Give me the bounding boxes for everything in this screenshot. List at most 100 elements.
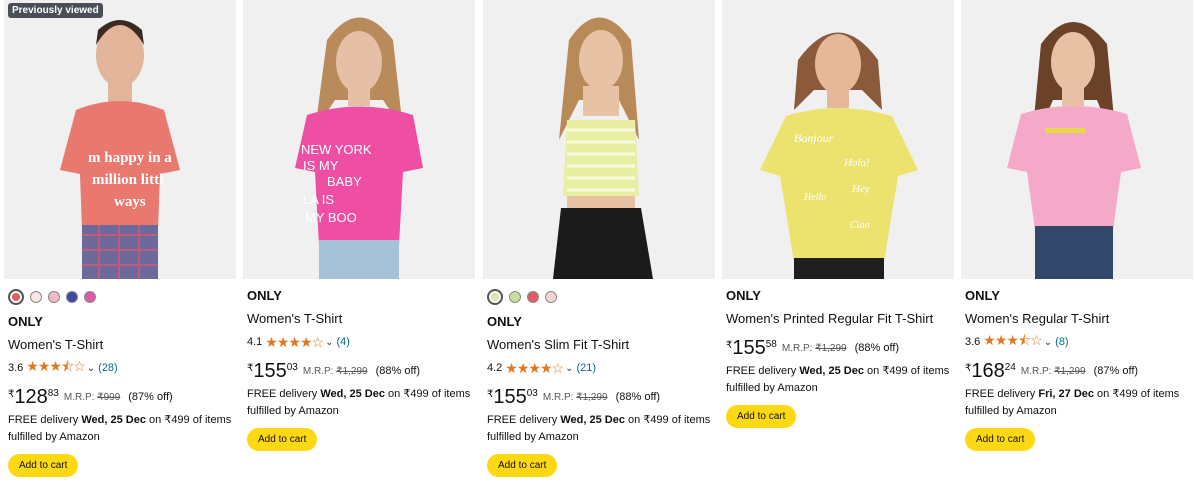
rating-row[interactable]: 3.6 ★★★⯪☆ ⌄ (28)	[8, 358, 232, 376]
delivery-date: Fri, 27 Dec	[1038, 388, 1094, 400]
price-fraction: 03	[286, 362, 298, 373]
product-image[interactable]	[961, 0, 1193, 279]
brand-name: ONLY	[965, 288, 1000, 303]
mrp-label: M.R.P:	[302, 366, 334, 377]
mrp-label: M.R.P:	[781, 343, 813, 354]
product-card[interactable]: ONLY Women's Regular T-Shirt 3.6 ★★★⯪☆ ⌄…	[961, 0, 1193, 481]
mrp: M.R.P: ₹1,299	[1021, 366, 1086, 377]
brand-name: ONLY	[247, 288, 282, 303]
mrp: M.R.P: ₹999	[64, 392, 120, 403]
price-whole: 155	[253, 360, 287, 382]
add-to-cart-button[interactable]: Add to cart	[8, 454, 79, 477]
rating-row[interactable]: 4.2 ★★★★☆ ⌄ (21)	[487, 360, 711, 376]
mrp-label: M.R.P:	[542, 392, 574, 403]
rating-value: 3.6	[8, 362, 24, 374]
color-swatch[interactable]	[84, 291, 96, 303]
review-count-link[interactable]: (21)	[576, 362, 596, 374]
mrp-value: ₹1,299	[576, 392, 608, 403]
add-to-cart-button[interactable]: Add to cart	[247, 428, 318, 451]
rating-row[interactable]: 4.1 ★★★★☆ ⌄ (4)	[247, 334, 471, 350]
shirt-print-line: IS MY	[303, 158, 339, 173]
model-photo	[553, 17, 653, 279]
product-card[interactable]: m happy in a million littl ways Previous…	[4, 0, 236, 481]
shirt-print-line: LA IS	[303, 192, 334, 207]
chevron-down-icon[interactable]: ⌄	[325, 337, 333, 348]
shirt-print-line: ways	[114, 194, 146, 210]
price-row: ₹ 168 24 M.R.P: ₹1,299 (87% off)	[965, 360, 1189, 384]
model-photo: m happy in a million littl ways	[60, 20, 180, 279]
product-title[interactable]: Women's T-Shirt	[247, 311, 471, 327]
delivery-prefix: FREE delivery	[8, 414, 82, 426]
mrp-label: M.R.P:	[1020, 366, 1052, 377]
mrp-value: ₹1,299	[1054, 366, 1086, 377]
review-count-link[interactable]: (4)	[336, 336, 349, 348]
product-title[interactable]: Women's Printed Regular Fit T-Shirt	[726, 311, 950, 327]
star-rating-icon[interactable]: ★★★★☆	[265, 334, 324, 351]
mrp-value: ₹1,299	[336, 366, 368, 377]
add-to-cart-button[interactable]: Add to cart	[487, 454, 558, 477]
price-fraction: 03	[526, 388, 538, 399]
color-swatch[interactable]	[48, 291, 60, 303]
rating-value: 3.6	[965, 336, 981, 348]
color-swatch[interactable]	[8, 289, 24, 305]
shirt-print-line: m happy in a	[88, 150, 172, 166]
color-swatch[interactable]	[527, 291, 539, 303]
star-rating-icon[interactable]: ★★★⯪☆	[983, 330, 1042, 354]
product-card[interactable]: NEW YORK IS MY BABY LA IS MY BOO ONLY Wo…	[243, 0, 475, 481]
star-rating-icon[interactable]: ★★★★☆	[505, 360, 564, 377]
product-image[interactable]: Bonjour Hola! Hey Hello Ciao	[722, 0, 954, 279]
price-fraction: 83	[47, 388, 59, 399]
price-fraction: 58	[765, 339, 777, 350]
brand-name: ONLY	[487, 314, 522, 329]
product-card[interactable]: ONLY Women's Slim Fit T-Shirt 4.2 ★★★★☆ …	[483, 0, 715, 481]
color-swatch[interactable]	[545, 291, 557, 303]
product-image[interactable]	[483, 0, 715, 279]
color-swatch[interactable]	[30, 291, 42, 303]
product-card[interactable]: Bonjour Hola! Hey Hello Ciao ONLY Women'…	[722, 0, 954, 481]
product-title[interactable]: Women's T-Shirt	[8, 337, 232, 353]
shirt-print-line: Hola!	[843, 157, 870, 169]
delivery-date: Wed, 25 Dec	[81, 414, 146, 426]
review-count-link[interactable]: (8)	[1055, 336, 1068, 348]
shirt-print-line: BABY	[327, 174, 362, 189]
discount: (88% off)	[854, 342, 900, 354]
model-photo: NEW YORK IS MY BABY LA IS MY BOO	[295, 17, 423, 279]
mrp-label: M.R.P:	[63, 392, 95, 403]
price-whole: 155	[732, 337, 766, 359]
shirt-print-line: Hello	[803, 192, 826, 203]
chevron-down-icon[interactable]: ⌄	[87, 363, 95, 374]
rating-value: 4.2	[487, 362, 503, 374]
color-swatch[interactable]	[509, 291, 521, 303]
rating-value: 4.1	[247, 336, 263, 348]
shirt-shape	[760, 108, 918, 262]
delivery-date: Wed, 25 Dec	[799, 365, 864, 377]
delivery-date: Wed, 25 Dec	[560, 414, 625, 426]
color-swatch[interactable]	[66, 291, 78, 303]
product-image[interactable]: m happy in a million littl ways Previous…	[4, 0, 236, 279]
color-swatch[interactable]	[487, 289, 503, 305]
product-title[interactable]: Women's Slim Fit T-Shirt	[487, 337, 711, 353]
color-swatches	[487, 289, 711, 305]
chevron-down-icon[interactable]: ⌄	[1044, 337, 1052, 348]
add-to-cart-button[interactable]: Add to cart	[965, 428, 1036, 451]
add-to-cart-button[interactable]: Add to cart	[726, 405, 797, 428]
shirt-print-line: Hey	[851, 183, 870, 195]
color-swatches	[8, 289, 232, 305]
shirt-print-line: MY BOO	[305, 210, 357, 225]
product-grid: m happy in a million littl ways Previous…	[0, 0, 1195, 481]
review-count-link[interactable]: (28)	[98, 362, 118, 374]
shirt-print-line: Bonjour	[794, 131, 834, 145]
shirt-print-line: Ciao	[850, 220, 869, 231]
brand-name: ONLY	[8, 314, 43, 329]
star-rating-icon[interactable]: ★★★⯪☆	[26, 356, 85, 380]
chevron-down-icon[interactable]: ⌄	[565, 363, 573, 374]
price-row: ₹ 128 83 M.R.P: ₹999 (87% off)	[8, 386, 232, 410]
product-title[interactable]: Women's Regular T-Shirt	[965, 311, 1189, 327]
price-row: ₹ 155 03 M.R.P: ₹1,299 (88% off)	[487, 386, 711, 410]
delivery-info: FREE delivery Wed, 25 Dec on ₹499 of ite…	[8, 412, 232, 446]
product-image[interactable]: NEW YORK IS MY BABY LA IS MY BOO	[243, 0, 475, 279]
delivery-prefix: FREE delivery	[726, 365, 800, 377]
mrp: M.R.P: ₹1,299	[543, 392, 608, 403]
rating-row[interactable]: 3.6 ★★★⯪☆ ⌄ (8)	[965, 332, 1189, 350]
shirt-print-line: million littl	[92, 172, 163, 188]
